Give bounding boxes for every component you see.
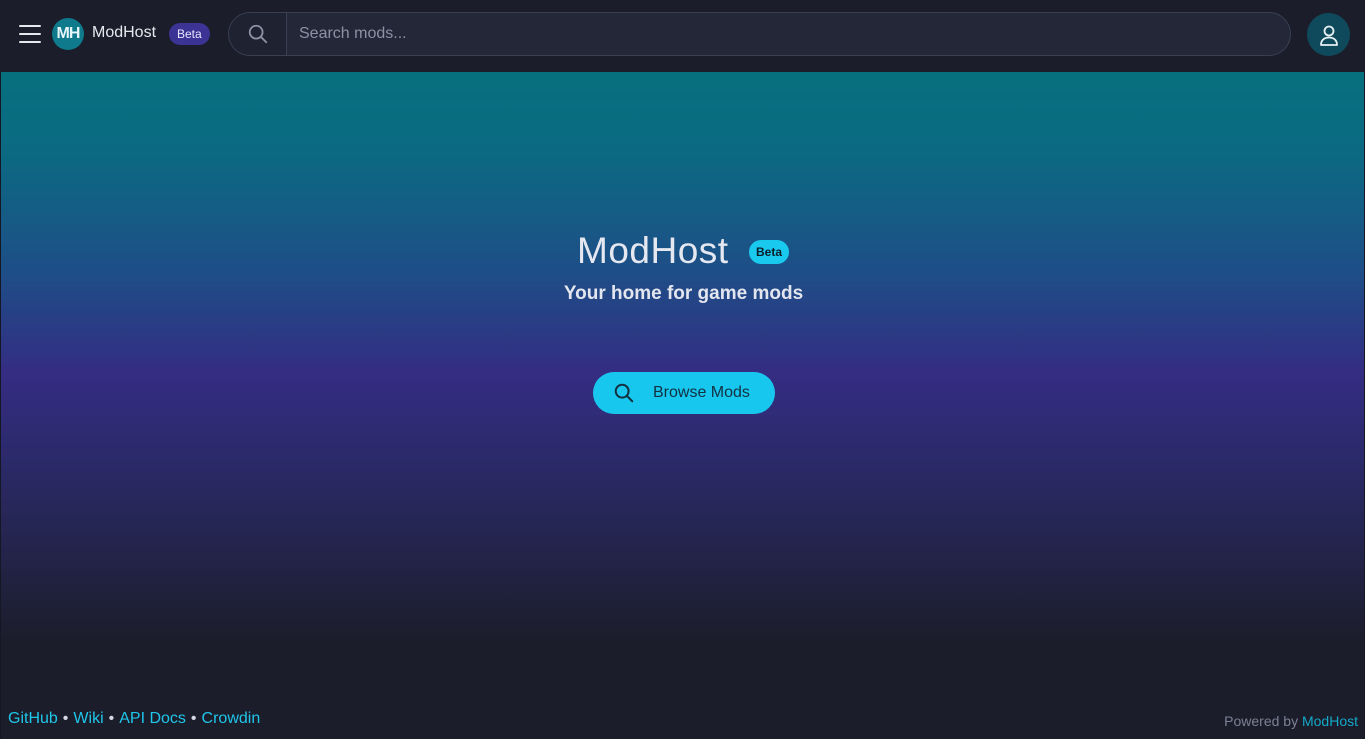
hero-subtitle: Your home for game mods: [563, 283, 804, 304]
search-bar: [228, 12, 1291, 56]
footer-link-crowdin[interactable]: Crowdin: [202, 710, 261, 727]
powered-by-link[interactable]: ModHost: [1302, 713, 1358, 729]
hero-beta-badge: Beta: [749, 240, 790, 264]
footer-link-wiki[interactable]: Wiki: [73, 710, 103, 727]
footer-link-api-docs[interactable]: API Docs: [119, 710, 186, 727]
search-icon: [248, 24, 267, 44]
search-input[interactable]: [288, 13, 1288, 55]
top-navbar: MH ModHost Beta: [0, 0, 1365, 72]
browse-mods-button[interactable]: Browse Mods: [593, 372, 775, 414]
separator: •: [108, 710, 115, 727]
user-icon: [1319, 25, 1338, 46]
user-account-button[interactable]: [1307, 13, 1350, 56]
search-icon: [614, 383, 634, 403]
footer-links: GitHub • Wiki • API Docs • Crowdin: [8, 710, 260, 728]
hamburger-menu-icon[interactable]: [18, 22, 42, 46]
separator: •: [62, 710, 69, 727]
brand-name[interactable]: ModHost: [92, 24, 156, 42]
powered-by: Powered by ModHost: [1224, 713, 1358, 729]
logo[interactable]: MH: [52, 18, 84, 50]
footer-link-github[interactable]: GitHub: [8, 710, 58, 727]
hero-section: ModHost Beta Your home for game mods Bro…: [0, 72, 1365, 739]
hero-title: ModHost: [577, 230, 729, 271]
beta-badge: Beta: [169, 23, 210, 45]
browse-mods-label: Browse Mods: [653, 384, 750, 401]
separator: •: [190, 710, 197, 727]
powered-by-prefix: Powered by: [1224, 713, 1299, 729]
search-button[interactable]: [229, 13, 287, 55]
